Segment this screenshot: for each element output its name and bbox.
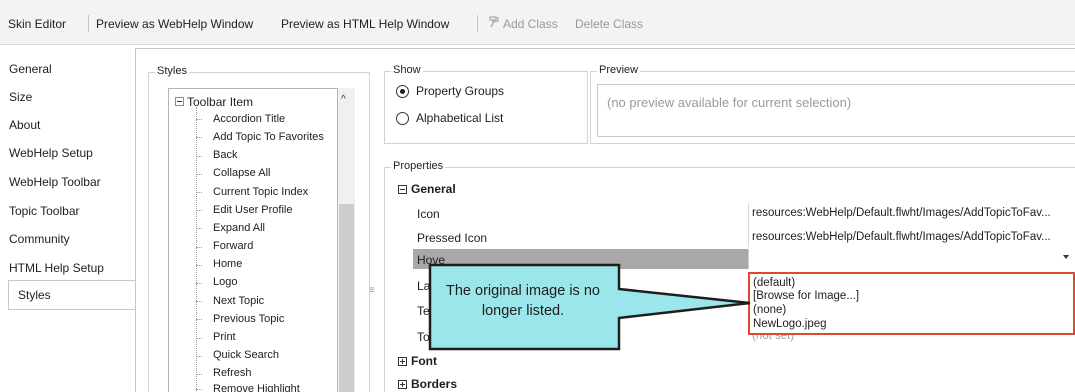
callout-text: The original image is no longer listed. <box>446 283 600 319</box>
callout-shape <box>428 263 751 351</box>
